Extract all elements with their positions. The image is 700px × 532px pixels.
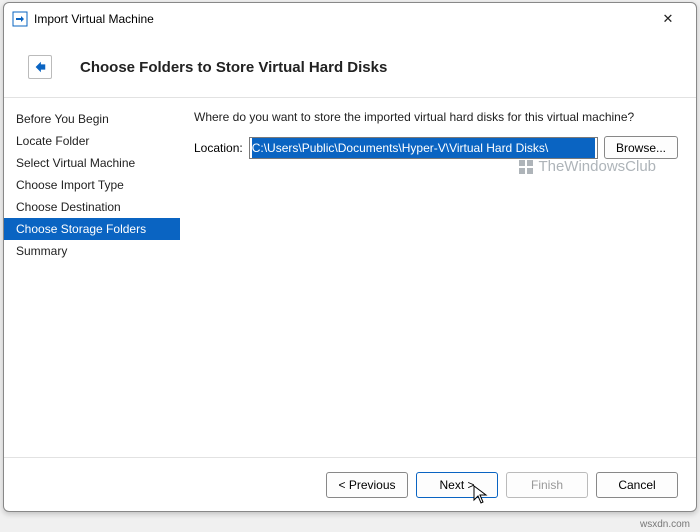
wizard-footer: < Previous Next > Finish Cancel	[4, 457, 696, 511]
wizard-header: Choose Folders to Store Virtual Hard Dis…	[4, 35, 696, 97]
wizard-window: Import Virtual Machine ✕ Choose Folders …	[3, 2, 697, 512]
watermark: TheWindowsClub	[518, 158, 656, 175]
wizard-body: Before You Begin Locate Folder Select Vi…	[4, 98, 696, 457]
step-locate-folder[interactable]: Locate Folder	[4, 130, 180, 152]
page-title: Choose Folders to Store Virtual Hard Dis…	[80, 59, 387, 76]
window-title: Import Virtual Machine	[34, 12, 648, 26]
step-choose-storage-folders[interactable]: Choose Storage Folders	[4, 218, 180, 240]
app-icon	[12, 11, 28, 27]
prompt-text: Where do you want to store the imported …	[194, 110, 678, 124]
windows-icon	[518, 159, 534, 175]
location-label: Location:	[194, 141, 243, 155]
titlebar: Import Virtual Machine ✕	[4, 3, 696, 35]
step-summary[interactable]: Summary	[4, 240, 180, 262]
location-input[interactable]: C:\Users\Public\Documents\Hyper-V\Virtua…	[249, 137, 598, 159]
page-icon	[28, 55, 52, 79]
location-value: C:\Users\Public\Documents\Hyper-V\Virtua…	[252, 138, 595, 158]
cancel-button[interactable]: Cancel	[596, 472, 678, 498]
location-row: Location: C:\Users\Public\Documents\Hype…	[194, 136, 678, 159]
close-button[interactable]: ✕	[648, 3, 688, 35]
wizard-steps: Before You Begin Locate Folder Select Vi…	[4, 98, 180, 457]
step-choose-import-type[interactable]: Choose Import Type	[4, 174, 180, 196]
cursor-icon	[473, 485, 489, 505]
step-before-you-begin[interactable]: Before You Begin	[4, 108, 180, 130]
previous-button[interactable]: < Previous	[326, 472, 408, 498]
watermark-text: TheWindowsClub	[538, 158, 656, 175]
wizard-content: Where do you want to store the imported …	[180, 98, 696, 457]
finish-button: Finish	[506, 472, 588, 498]
step-select-virtual-machine[interactable]: Select Virtual Machine	[4, 152, 180, 174]
step-choose-destination[interactable]: Choose Destination	[4, 196, 180, 218]
next-button[interactable]: Next >	[416, 472, 498, 498]
browse-button[interactable]: Browse...	[604, 136, 678, 159]
attribution-text: wsxdn.com	[640, 519, 690, 530]
